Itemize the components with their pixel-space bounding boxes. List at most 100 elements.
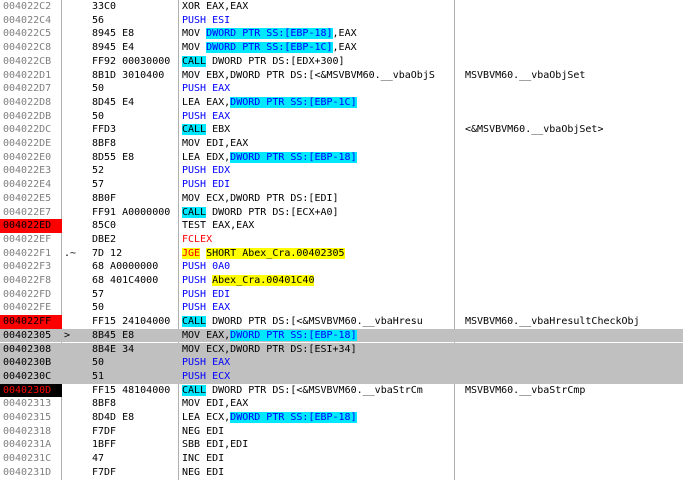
address-cell[interactable]: 004022E4 <box>0 178 62 192</box>
disasm-row[interactable]: 004022C5 8945 E8 MOV DWORD PTR SS:[EBP-18]… <box>0 27 683 41</box>
disasm-row[interactable]: 004022F8 68 401C4000 PUSH Abex_Cra.00401C4… <box>0 274 683 288</box>
disasm-row[interactable]: 004022F3 68 A0000000 PUSH 0A0 <box>0 260 683 274</box>
disasm-row[interactable]: 004022EF DBE2 FCLEX <box>0 233 683 247</box>
address-cell[interactable]: 004022D1 <box>0 69 62 83</box>
instruction-cell[interactable]: TEST EAX,EAX <box>182 219 452 233</box>
instruction-cell[interactable]: MOV DWORD PTR SS:[EBP-18],EAX <box>182 27 452 41</box>
disasm-row[interactable]: 004022D7 50 PUSH EAX <box>0 82 683 96</box>
address-cell[interactable]: 00402313 <box>0 397 62 411</box>
instruction-cell[interactable]: PUSH EDI <box>182 288 452 302</box>
address-cell[interactable]: 00402318 <box>0 425 62 439</box>
address-cell[interactable]: 0040230B <box>0 356 62 370</box>
instruction-cell[interactable]: LEA ECX,DWORD PTR SS:[EBP-18] <box>182 411 452 425</box>
disasm-row[interactable]: 0040231D F7DF NEG EDI <box>0 466 683 480</box>
instruction-cell[interactable]: MOV EBX,DWORD PTR DS:[<&MSVBVM60.__vbaOb… <box>182 69 452 83</box>
instruction-cell[interactable]: CALL EBX <box>182 123 452 137</box>
address-cell[interactable]: 004022D8 <box>0 96 62 110</box>
disasm-row[interactable]: 00402308 8B4E 34 MOV ECX,DWORD PTR DS:[ESI… <box>0 342 683 357</box>
address-cell[interactable]: 004022FE <box>0 301 62 315</box>
instruction-cell[interactable]: MOV EDI,EAX <box>182 137 452 151</box>
instruction-cell[interactable]: MOV EAX,DWORD PTR SS:[EBP-18] <box>182 329 452 343</box>
address-cell[interactable]: 004022CB <box>0 55 62 69</box>
address-cell[interactable]: 004022DB <box>0 110 62 124</box>
disasm-row[interactable]: 004022E3 52 PUSH EDX <box>0 164 683 178</box>
disasm-row[interactable]: 004022E0 8D55 E8 LEA EDX,DWORD PTR SS:[EBP… <box>0 151 683 165</box>
address-cell[interactable]: 004022FF <box>0 315 62 329</box>
address-cell[interactable]: 00402305 <box>0 329 62 343</box>
disasm-row[interactable]: 0040230D FF15 48104000 CALL DWORD PTR DS:[… <box>0 383 683 398</box>
disasm-row[interactable]: 004022E4 57 PUSH EDI <box>0 178 683 192</box>
address-cell[interactable]: 004022C8 <box>0 41 62 55</box>
address-cell[interactable]: 004022C4 <box>0 14 62 28</box>
address-cell[interactable]: 0040231C <box>0 452 62 466</box>
disasm-row[interactable]: 004022DE 8BF8 MOV EDI,EAX <box>0 137 683 151</box>
address-cell[interactable]: 0040231D <box>0 466 62 480</box>
instruction-cell[interactable]: LEA EDX,DWORD PTR SS:[EBP-18] <box>182 151 452 165</box>
instruction-cell[interactable]: CALL DWORD PTR DS:[ECX+A0] <box>182 206 452 220</box>
address-cell[interactable]: 004022E3 <box>0 164 62 178</box>
address-cell[interactable]: 004022ED <box>0 219 62 233</box>
address-cell[interactable]: 004022EF <box>0 233 62 247</box>
disasm-row[interactable]: 004022C4 56 PUSH ESI <box>0 14 683 28</box>
address-cell[interactable]: 004022DC <box>0 123 62 137</box>
disasm-row[interactable]: 004022C8 8945 E4 MOV DWORD PTR SS:[EBP-1C]… <box>0 41 683 55</box>
disasm-row[interactable]: 004022C2 33C0 XOR EAX,EAX <box>0 0 683 14</box>
address-cell[interactable]: 004022F8 <box>0 274 62 288</box>
disasm-row[interactable]: 004022FE 50 PUSH EAX <box>0 301 683 315</box>
instruction-cell[interactable]: PUSH EAX <box>182 110 452 124</box>
address-cell[interactable]: 004022FD <box>0 288 62 302</box>
instruction-cell[interactable]: CALL DWORD PTR DS:[EDX+300] <box>182 55 452 69</box>
disasm-row[interactable]: 00402318 F7DF NEG EDI <box>0 425 683 439</box>
instruction-cell[interactable]: MOV ECX,DWORD PTR DS:[ESI+34] <box>182 343 452 357</box>
instruction-cell[interactable]: XOR EAX,EAX <box>182 0 452 14</box>
disasm-row[interactable]: 0040231A 1BFF SBB EDI,EDI <box>0 438 683 452</box>
address-cell[interactable]: 0040231A <box>0 438 62 452</box>
instruction-cell[interactable]: PUSH ECX <box>182 370 452 384</box>
instruction-cell[interactable]: NEG EDI <box>182 425 452 439</box>
address-cell[interactable]: 00402315 <box>0 411 62 425</box>
instruction-cell[interactable]: MOV EDI,EAX <box>182 397 452 411</box>
instruction-cell[interactable]: PUSH EDI <box>182 178 452 192</box>
address-cell[interactable]: 004022DE <box>0 137 62 151</box>
disasm-row[interactable]: 004022ED 85C0 TEST EAX,EAX <box>0 219 683 233</box>
instruction-cell[interactable]: LEA EAX,DWORD PTR SS:[EBP-1C] <box>182 96 452 110</box>
instruction-cell[interactable]: PUSH Abex_Cra.00401C40 <box>182 274 452 288</box>
disasm-row[interactable]: 0040230C 51 PUSH ECX <box>0 369 683 384</box>
instruction-cell[interactable]: MOV ECX,DWORD PTR DS:[EDI] <box>182 192 452 206</box>
disasm-row[interactable]: 004022FD 57 PUSH EDI <box>0 288 683 302</box>
instruction-cell[interactable]: INC EDI <box>182 452 452 466</box>
disasm-row[interactable]: 00402305 >8B45 E8 MOV EAX,DWORD PTR SS:[EB… <box>0 328 683 343</box>
instruction-cell[interactable]: PUSH EAX <box>182 301 452 315</box>
instruction-cell[interactable]: PUSH EDX <box>182 164 452 178</box>
disassembly-pane[interactable]: 004022C2 33C0 XOR EAX,EAX 004022C4 56 PUSH ES… <box>0 0 683 480</box>
address-cell[interactable]: 004022F3 <box>0 260 62 274</box>
disasm-row[interactable]: 004022CB FF92 00030000 CALL DWORD PTR DS:[… <box>0 55 683 69</box>
instruction-cell[interactable]: NEG EDI <box>182 466 452 480</box>
address-cell[interactable]: 004022F1 <box>0 247 62 261</box>
disasm-row[interactable]: 004022D1 8B1D 3010400 MOV EBX,DWORD PTR DS… <box>0 69 683 83</box>
instruction-cell[interactable]: PUSH ESI <box>182 14 452 28</box>
disasm-row[interactable]: 004022E7 FF91 A0000000 CALL DWORD PTR DS:[… <box>0 206 683 220</box>
instruction-cell[interactable]: PUSH 0A0 <box>182 260 452 274</box>
disasm-row[interactable]: 004022FF FF15 24104000 CALL DWORD PTR DS:[… <box>0 315 683 329</box>
disasm-row[interactable]: 0040230B 50 PUSH EAX <box>0 356 683 370</box>
instruction-cell[interactable]: SBB EDI,EDI <box>182 438 452 452</box>
disasm-row[interactable]: 0040231C 47 INC EDI <box>0 452 683 466</box>
disasm-row[interactable]: 00402313 8BF8 MOV EDI,EAX <box>0 397 683 411</box>
disasm-row[interactable]: 004022F1 .~ 7D 12 JGE SHORT Abex_Cra.004023… <box>0 247 683 261</box>
disasm-row[interactable]: 00402315 8D4D E8 LEA ECX,DWORD PTR SS:[EBP… <box>0 411 683 425</box>
instruction-cell[interactable]: MOV DWORD PTR SS:[EBP-1C],EAX <box>182 41 452 55</box>
address-cell[interactable]: 004022E5 <box>0 192 62 206</box>
address-cell[interactable]: 00402308 <box>0 343 62 357</box>
address-cell[interactable]: 004022C2 <box>0 0 62 14</box>
disasm-row[interactable]: 004022D8 8D45 E4 LEA EAX,DWORD PTR SS:[EBP… <box>0 96 683 110</box>
disasm-row[interactable]: 004022DC FFD3 CALL EBX <&MSVBVM60.__vbaObjS… <box>0 123 683 137</box>
address-cell[interactable]: 004022D7 <box>0 82 62 96</box>
instruction-cell[interactable]: PUSH EAX <box>182 82 452 96</box>
disasm-row[interactable]: 004022E5 8B0F MOV ECX,DWORD PTR DS:[EDI] <box>0 192 683 206</box>
instruction-cell[interactable]: CALL DWORD PTR DS:[<&MSVBVM60.__vbaStrCm <box>182 384 452 398</box>
instruction-cell[interactable]: FCLEX <box>182 233 452 247</box>
disasm-row[interactable]: 004022DB 50 PUSH EAX <box>0 110 683 124</box>
instruction-cell[interactable]: CALL DWORD PTR DS:[<&MSVBVM60.__vbaHresu <box>182 315 452 329</box>
instruction-cell[interactable]: JGE SHORT Abex_Cra.00402305 <box>182 247 452 261</box>
